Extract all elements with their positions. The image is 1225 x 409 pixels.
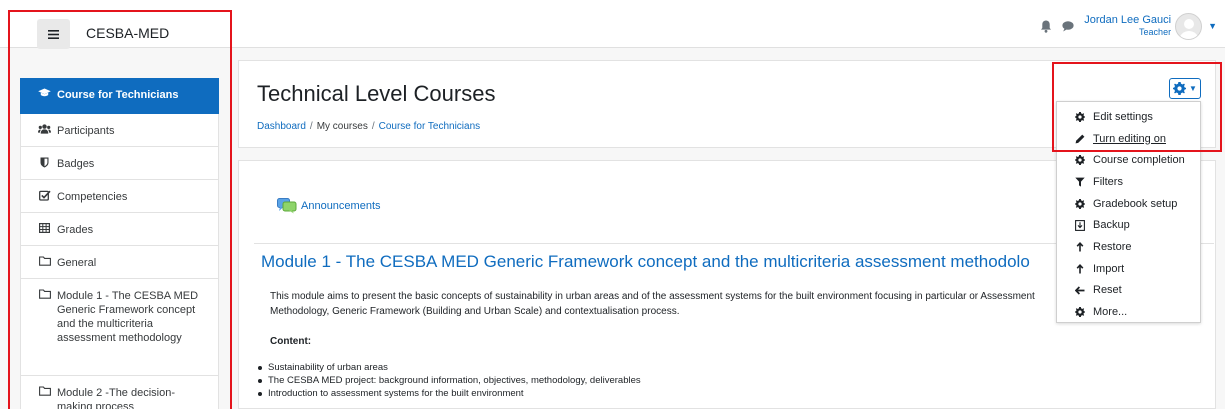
checkbox-icon	[38, 190, 51, 201]
sidebar-item-grades[interactable]: Grades	[20, 213, 219, 246]
folder-icon	[38, 289, 51, 299]
hamburger-icon	[48, 29, 59, 39]
filter-icon	[1074, 177, 1086, 187]
module-title[interactable]: Module 1 - The CESBA MED Generic Framewo…	[261, 252, 1030, 272]
menu-item-label: Turn editing on	[1093, 132, 1166, 145]
user-role: Teacher	[1139, 27, 1172, 37]
menu-item-restore[interactable]: Restore	[1057, 236, 1200, 258]
sidebar-item-label: Badges	[57, 158, 95, 170]
chevron-down-icon[interactable]: ▼	[1208, 21, 1217, 31]
list-item: The CESBA MED project: background inform…	[258, 374, 641, 387]
module-description: This module aims to present the basic co…	[270, 291, 1035, 317]
page-title: Technical Level Courses	[257, 81, 496, 106]
navbar-user-area: Jordan Lee Gauci Teacher ▼	[1040, 6, 1217, 46]
restore-icon	[1074, 241, 1086, 252]
menu-item-label: More...	[1093, 306, 1128, 319]
sidebar-item-course[interactable]: Course for Technicians	[20, 78, 219, 114]
chat-bubble-icon[interactable]	[1062, 20, 1074, 32]
gear-icon	[1074, 198, 1086, 209]
menu-item-more[interactable]: More...	[1057, 301, 1200, 323]
course-actions-menu: Edit settings Turn editing on Course com…	[1056, 101, 1201, 323]
menu-item-label: Gradebook setup	[1093, 197, 1178, 210]
breadcrumb-separator: /	[309, 121, 313, 132]
top-navbar: CESBA-MED Jordan Lee Gauci Teacher ▼	[0, 0, 1225, 49]
breadcrumb-course[interactable]: Course for Technicians	[379, 121, 481, 132]
list-item: Introduction to assessment systems for t…	[258, 387, 641, 400]
menu-item-backup[interactable]: Backup	[1057, 214, 1200, 236]
user-name: Jordan Lee Gauci	[1084, 14, 1172, 26]
menu-item-import[interactable]: Import	[1057, 258, 1200, 280]
sidebar-item-label: Competencies	[57, 191, 128, 203]
menu-item-filters[interactable]: Filters	[1057, 171, 1200, 193]
sidebar-item-participants[interactable]: Participants	[20, 114, 219, 147]
breadcrumb-dashboard[interactable]: Dashboard	[257, 121, 306, 132]
forum-icon	[277, 198, 297, 214]
sidebar-item-label: General	[57, 257, 97, 269]
menu-item-label: Backup	[1093, 219, 1130, 232]
bullet-icon	[258, 391, 262, 396]
breadcrumb-separator: /	[371, 121, 375, 132]
avatar[interactable]	[1175, 12, 1203, 40]
list-item-text: Introduction to assessment systems for t…	[268, 388, 524, 399]
list-item: Sustainability of urban areas	[258, 361, 641, 374]
sidebar-item-label: Module 1 - The CESBA MED Generic Framewo…	[57, 290, 199, 344]
import-icon	[1074, 263, 1086, 274]
bullet-icon	[258, 378, 262, 383]
menu-item-label: Filters	[1093, 175, 1123, 188]
gear-icon	[1173, 82, 1187, 95]
menu-item-gradebook-setup[interactable]: Gradebook setup	[1057, 193, 1200, 215]
user-menu-toggle[interactable]: Jordan Lee Gauci Teacher	[1084, 14, 1171, 38]
course-actions-button[interactable]: ▼	[1169, 78, 1201, 99]
folder-icon	[38, 256, 51, 266]
breadcrumb: Dashboard / My courses / Course for Technici…	[257, 121, 480, 132]
hamburger-menu-button[interactable]	[37, 19, 70, 49]
gear-icon	[1074, 307, 1086, 318]
menu-item-label: Reset	[1093, 284, 1122, 297]
sidebar-item-general[interactable]: General	[20, 246, 219, 279]
backup-icon	[1074, 219, 1086, 231]
list-item-text: The CESBA MED project: background inform…	[268, 375, 641, 386]
menu-item-label: Import	[1093, 262, 1125, 275]
shield-icon	[38, 157, 51, 168]
pencil-icon	[1074, 134, 1086, 144]
menu-item-turn-editing-on[interactable]: Turn editing on	[1057, 128, 1200, 150]
list-item-text: Sustainability of urban areas	[268, 362, 388, 373]
menu-item-course-completion[interactable]: Course completion	[1057, 149, 1200, 171]
bullet-icon	[258, 365, 262, 370]
menu-item-label: Course completion	[1093, 154, 1185, 167]
sidebar-item-label: Participants	[57, 125, 115, 137]
app-root: CESBA-MED Jordan Lee Gauci Teacher ▼ Cou…	[0, 0, 1225, 409]
gear-icon	[1074, 155, 1086, 166]
chevron-down-icon: ▼	[1189, 84, 1197, 93]
sidebar-item-competencies[interactable]: Competencies	[20, 180, 219, 213]
users-icon	[38, 124, 51, 134]
sidebar-item-module-2[interactable]: Module 2 -The decision-making process	[20, 376, 219, 409]
arrow-left-icon	[1074, 286, 1086, 295]
announcements-link[interactable]: Announcements	[277, 198, 381, 214]
course-sidebar: Course for Technicians Participants Badg…	[20, 78, 219, 409]
sidebar-item-label: Course for Technicians	[57, 89, 179, 101]
graduation-cap-icon	[38, 88, 51, 98]
site-name[interactable]: CESBA-MED	[86, 25, 169, 41]
menu-item-label: Restore	[1093, 240, 1132, 253]
sidebar-item-label: Grades	[57, 224, 94, 236]
menu-item-reset[interactable]: Reset	[1057, 280, 1200, 302]
sidebar-item-module-1[interactable]: Module 1 - The CESBA MED Generic Framewo…	[20, 279, 219, 376]
menu-item-label: Edit settings	[1093, 110, 1153, 123]
content-heading: Content:	[270, 336, 312, 347]
avatar-head-shape	[1184, 18, 1195, 29]
avatar-body-shape	[1179, 30, 1200, 39]
breadcrumb-my-courses[interactable]: My courses	[317, 121, 368, 132]
table-icon	[38, 223, 51, 233]
folder-icon	[38, 386, 51, 396]
sidebar-item-badges[interactable]: Badges	[20, 147, 219, 180]
sidebar-item-label: Module 2 -The decision-making process	[57, 387, 176, 409]
announcements-label: Announcements	[301, 200, 381, 212]
menu-item-edit-settings[interactable]: Edit settings	[1057, 106, 1200, 128]
bell-icon[interactable]	[1040, 20, 1052, 33]
content-bullet-list: Sustainability of urban areas The CESBA …	[258, 361, 641, 400]
gear-icon	[1074, 111, 1086, 122]
